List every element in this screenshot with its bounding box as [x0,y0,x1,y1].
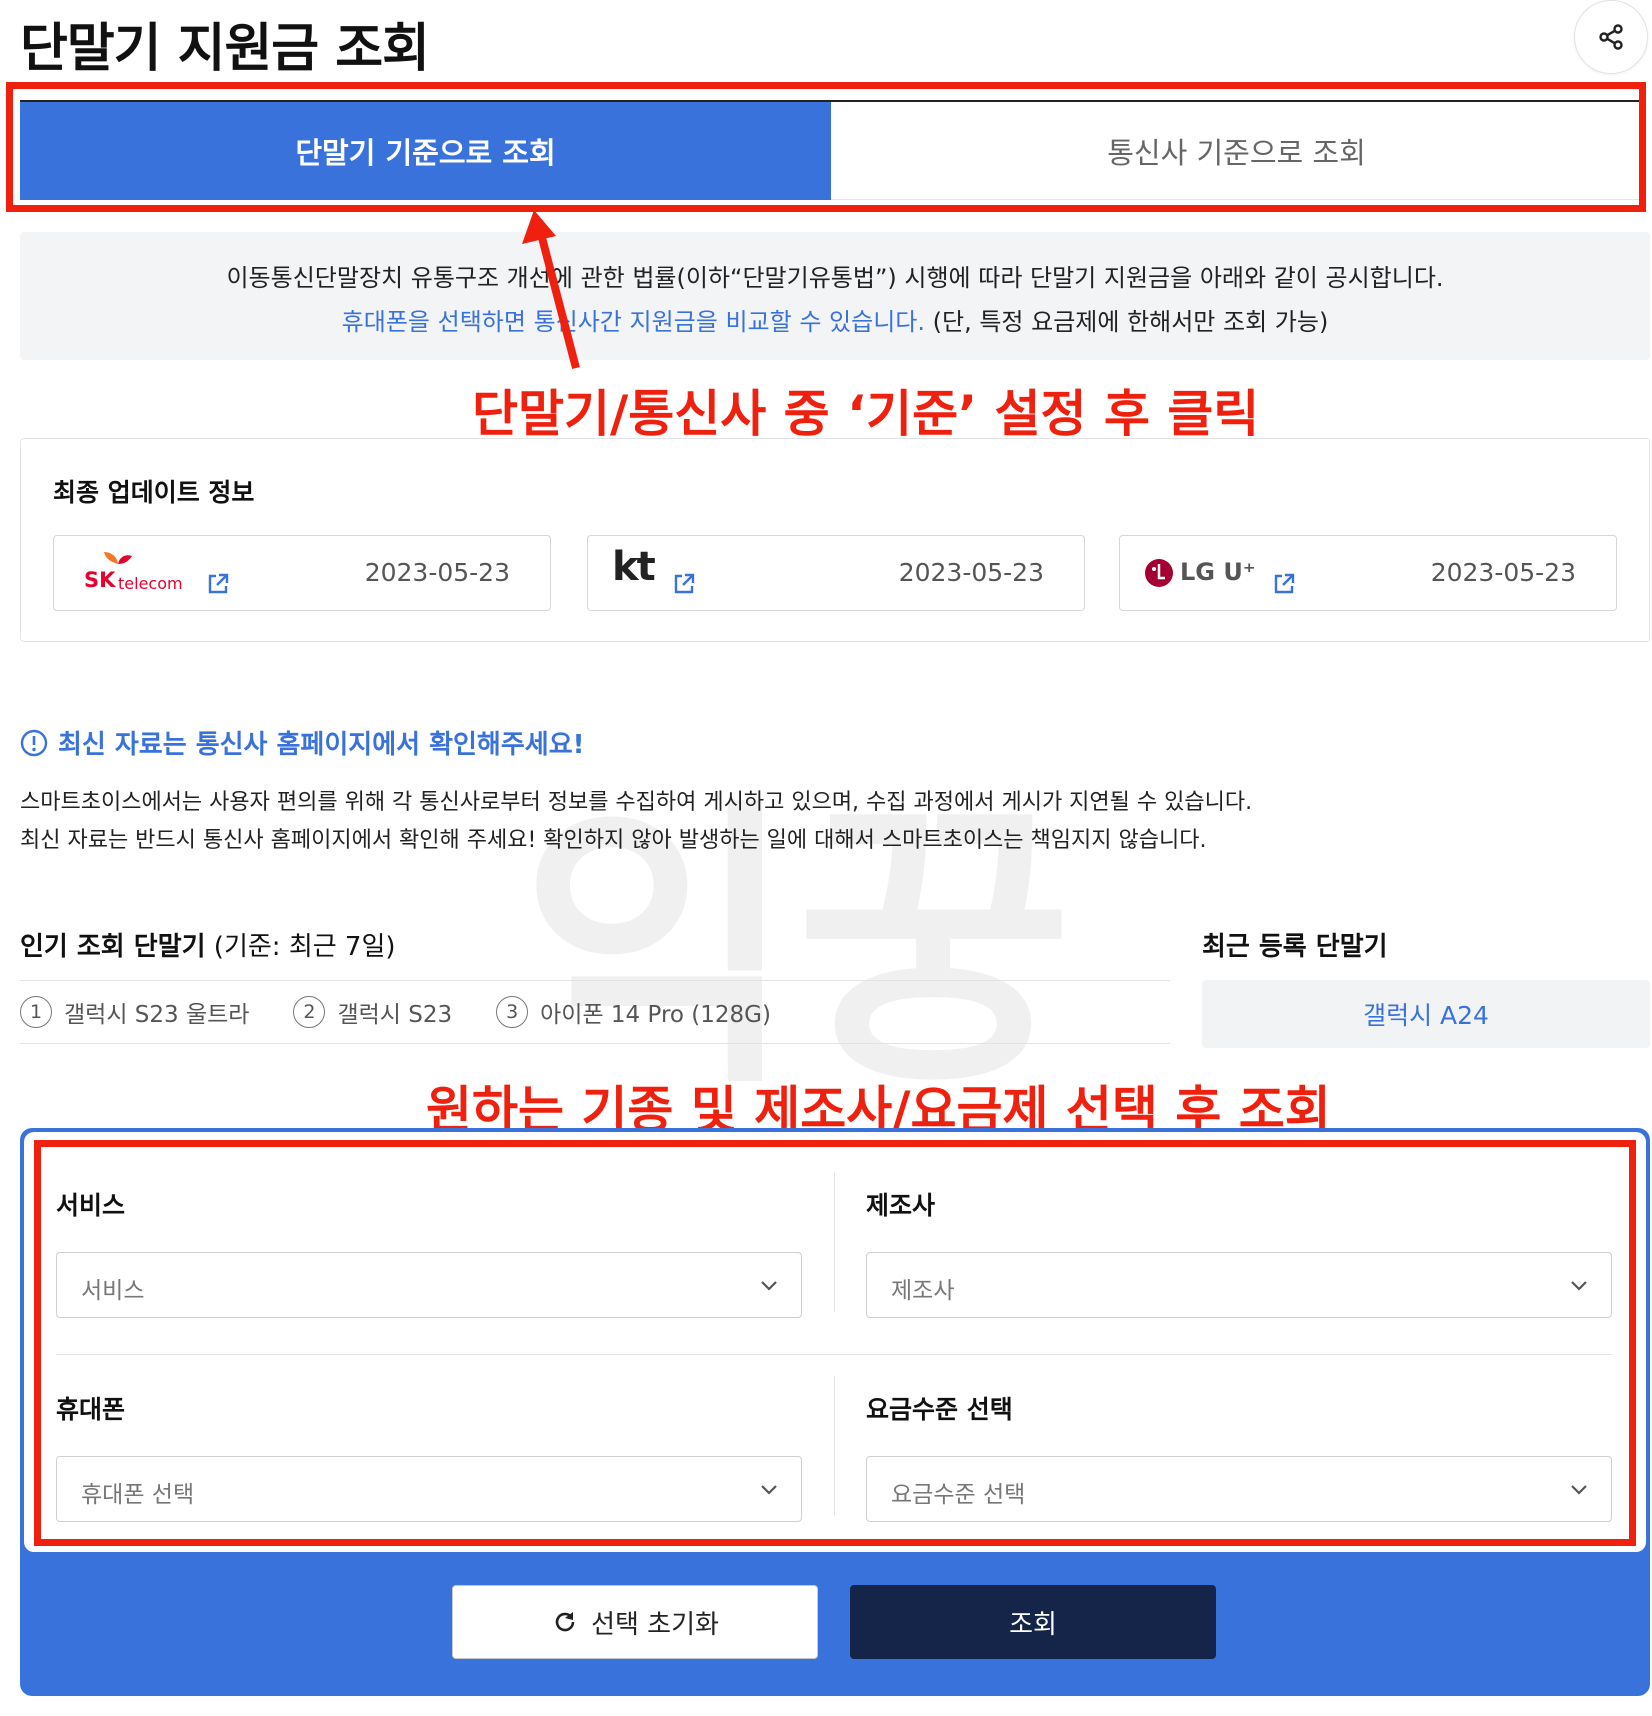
external-link-icon [674,573,695,594]
carrier-kt[interactable]: kt 2023-05-23 [587,535,1085,611]
lg-face-icon [1145,559,1173,587]
tab-bar: 단말기 기준으로 조회 통신사 기준으로 조회 [20,100,1642,200]
info-line2: 최신 자료는 반드시 통신사 홈페이지에서 확인해 주세요! 확인하지 않아 발… [20,828,1207,853]
column-divider [834,1172,835,1312]
popular-item[interactable]: 2 갤럭시 S23 [293,995,452,1029]
service-select-value: 서비스 [81,1278,145,1304]
skt-logo: SK telecom [84,550,194,600]
form-fields-panel: 서비스 서비스 제조사 제조사 휴대폰 휴대폰 선택 요금수준 선택 요금수준 … [24,1132,1646,1552]
notice-line2-rest: (단, 특정 요금제에 한해서만 조회 가능) [925,308,1329,336]
maker-label: 제조사 [866,1191,936,1220]
chevron-down-icon [1571,1485,1587,1495]
skt-logo-main: SK [84,568,116,592]
rank-badge: 3 [496,996,529,1028]
popular-title-main: 인기 조회 단말기 [20,932,206,962]
carrier-lgu[interactable]: LG U⁺ 2023-05-23 [1119,535,1617,611]
lgu-logo: LG U⁺ [1180,558,1256,586]
external-link-icon [208,573,229,594]
chevron-down-icon [761,1485,777,1495]
skt-logo-sub: telecom [118,574,183,593]
reset-selection-button[interactable]: 선택 초기화 [452,1585,818,1659]
plan-label: 요금수준 선택 [866,1395,1013,1424]
maker-select[interactable]: 제조사 [866,1252,1612,1318]
search-button[interactable]: 조회 [850,1585,1216,1659]
alert-circle-icon [20,729,48,756]
popular-item[interactable]: 1 갤럭시 S23 울트라 [20,995,249,1029]
row-divider [56,1354,1612,1355]
share-icon [1599,24,1623,50]
annotation-top: 단말기/통신사 중 ‘기준’ 설정 후 클릭 [472,385,1260,443]
popular-item-label: 갤럭시 S23 울트라 [64,1002,250,1028]
tab-by-carrier[interactable]: 통신사 기준으로 조회 [831,102,1642,200]
notice-line2: 휴대폰을 선택하면 통신사간 지원금을 비교할 수 있습니다. (단, 특정 요… [20,302,1650,337]
popular-item[interactable]: 3 아이폰 14 Pro (128G) [496,995,771,1029]
rank-badge: 1 [20,996,52,1028]
carrier-date: 2023-05-23 [898,558,1044,587]
notice-box: 이동통신단말장치 유통구조 개선에 관한 법률(이하“단말기유통법”) 시행에 … [20,232,1650,360]
carrier-skt[interactable]: SK telecom 2023-05-23 [53,535,551,611]
plan-select-value: 요금수준 선택 [891,1482,1026,1508]
info-title-text: 최신 자료는 통신사 홈페이지에서 확인해주세요! [58,730,585,760]
popular-item-label: 갤럭시 S23 [337,1002,453,1028]
popular-title: 인기 조회 단말기 (기준: 최근 7일) [20,926,396,963]
rank-badge: 2 [293,996,326,1028]
info-line1: 스마트초이스에서는 사용자 편의를 위해 각 통신사로부터 정보를 수집하여 게… [20,790,1253,815]
popular-item-label: 아이폰 14 Pro (128G) [540,1002,771,1028]
annotation-arrow-icon [522,210,580,370]
notice-line1: 이동통신단말장치 유통구조 개선에 관한 법률(이하“단말기유통법”) 시행에 … [226,264,1444,292]
update-info-box: 최종 업데이트 정보 SK telecom 2023-05-23 kt 2023… [20,438,1650,642]
share-button[interactable] [1574,0,1648,74]
refresh-icon [555,1612,575,1632]
phone-select-value: 휴대폰 선택 [81,1482,195,1508]
service-label: 서비스 [56,1191,126,1220]
recent-title: 최근 등록 단말기 [1202,932,1388,962]
popular-list: 1 갤럭시 S23 울트라 2 갤럭시 S23 3 아이폰 14 Pro (12… [20,980,1170,1044]
popular-subtitle: (기준: 최근 7일) [205,932,396,962]
tab-by-device[interactable]: 단말기 기준으로 조회 [20,102,831,200]
reset-button-label: 선택 초기화 [591,1609,719,1640]
plan-select[interactable]: 요금수준 선택 [866,1456,1612,1522]
recent-device-item[interactable]: 갤럭시 A24 [1202,980,1650,1048]
search-form: 서비스 서비스 제조사 제조사 휴대폰 휴대폰 선택 요금수준 선택 요금수준 … [20,1128,1650,1696]
kt-logo: kt [612,544,656,590]
carrier-date: 2023-05-23 [1430,558,1576,587]
phone-select[interactable]: 휴대폰 선택 [56,1456,802,1522]
chevron-down-icon [761,1281,777,1291]
phone-label: 휴대폰 [56,1395,126,1424]
maker-select-value: 제조사 [891,1278,955,1304]
column-divider [834,1376,835,1516]
page-title: 단말기 지원금 조회 [20,19,430,79]
carrier-date: 2023-05-23 [364,558,510,587]
external-link-icon [1274,573,1295,594]
chevron-down-icon [1571,1281,1587,1291]
notice-line2-highlight: 휴대폰을 선택하면 통신사간 지원금을 비교할 수 있습니다. [341,308,925,336]
info-title: 최신 자료는 통신사 홈페이지에서 확인해주세요! [20,724,584,761]
update-title: 최종 업데이트 정보 [53,478,255,507]
service-select[interactable]: 서비스 [56,1252,802,1318]
